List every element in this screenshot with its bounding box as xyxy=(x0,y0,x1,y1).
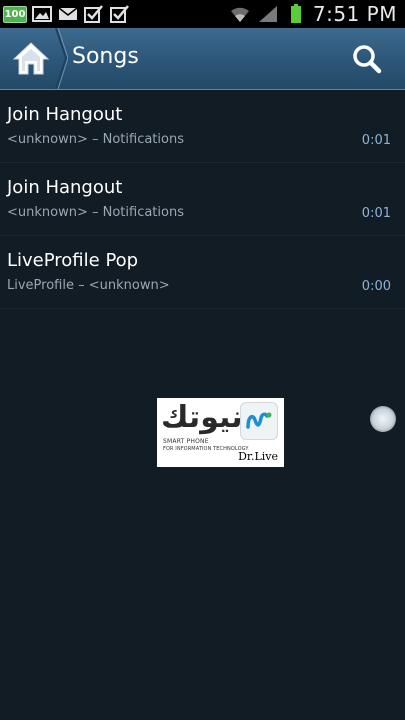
home-icon xyxy=(12,41,50,74)
song-list: Join Hangout <unknown> – Notifications 0… xyxy=(0,90,405,309)
checkbox-done-icon xyxy=(83,5,105,23)
song-duration: 0:01 xyxy=(361,133,391,148)
song-title: Join Hangout xyxy=(7,177,123,198)
logo-tagline-2: FOR INFORMATION TECHNOLOGY xyxy=(163,446,249,452)
logo-credit: Dr.Live xyxy=(238,450,278,463)
song-row[interactable]: Join Hangout <unknown> – Notifications 0… xyxy=(0,90,405,163)
email-icon xyxy=(57,5,79,23)
battery-level-badge: 100 xyxy=(3,5,27,23)
system-icons: 7:51 PM xyxy=(229,2,405,26)
checkbox-done-icon-2 xyxy=(109,5,131,23)
logo-arabic-text: نيوتك xyxy=(161,400,243,435)
home-button[interactable] xyxy=(0,28,62,89)
image-icon xyxy=(31,5,53,23)
song-artist-album: <unknown> – Notifications xyxy=(7,132,184,147)
song-title: LiveProfile Pop xyxy=(7,250,139,271)
song-duration: 0:00 xyxy=(361,279,391,294)
song-title: Join Hangout xyxy=(7,104,123,125)
song-row[interactable]: Join Hangout <unknown> – Notifications 0… xyxy=(0,163,405,236)
search-button[interactable] xyxy=(349,41,385,77)
status-clock: 7:51 PM xyxy=(312,2,397,26)
battery-icon xyxy=(285,4,307,23)
logo-mark-icon xyxy=(240,402,278,440)
song-artist-album: LiveProfile – <unknown> xyxy=(7,278,170,293)
action-bar: Songs xyxy=(0,28,405,90)
signal-icon xyxy=(257,5,279,23)
song-row[interactable]: LiveProfile Pop LiveProfile – <unknown> … xyxy=(0,236,405,309)
song-duration: 0:01 xyxy=(361,206,391,221)
search-icon xyxy=(353,45,382,74)
notification-icons: 100 xyxy=(0,5,131,23)
watermark-logo: نيوتك SMART PHONE FOR INFORMATION TECHNO… xyxy=(157,398,284,467)
logo-tagline: SMART PHONE xyxy=(163,438,209,445)
status-bar: 100 7:51 PM xyxy=(0,0,405,28)
wifi-icon xyxy=(229,5,251,23)
page-title: Songs xyxy=(72,44,139,69)
song-artist-album: <unknown> – Notifications xyxy=(7,205,184,220)
up-divider-icon xyxy=(55,28,68,89)
touch-indicator xyxy=(370,406,396,432)
